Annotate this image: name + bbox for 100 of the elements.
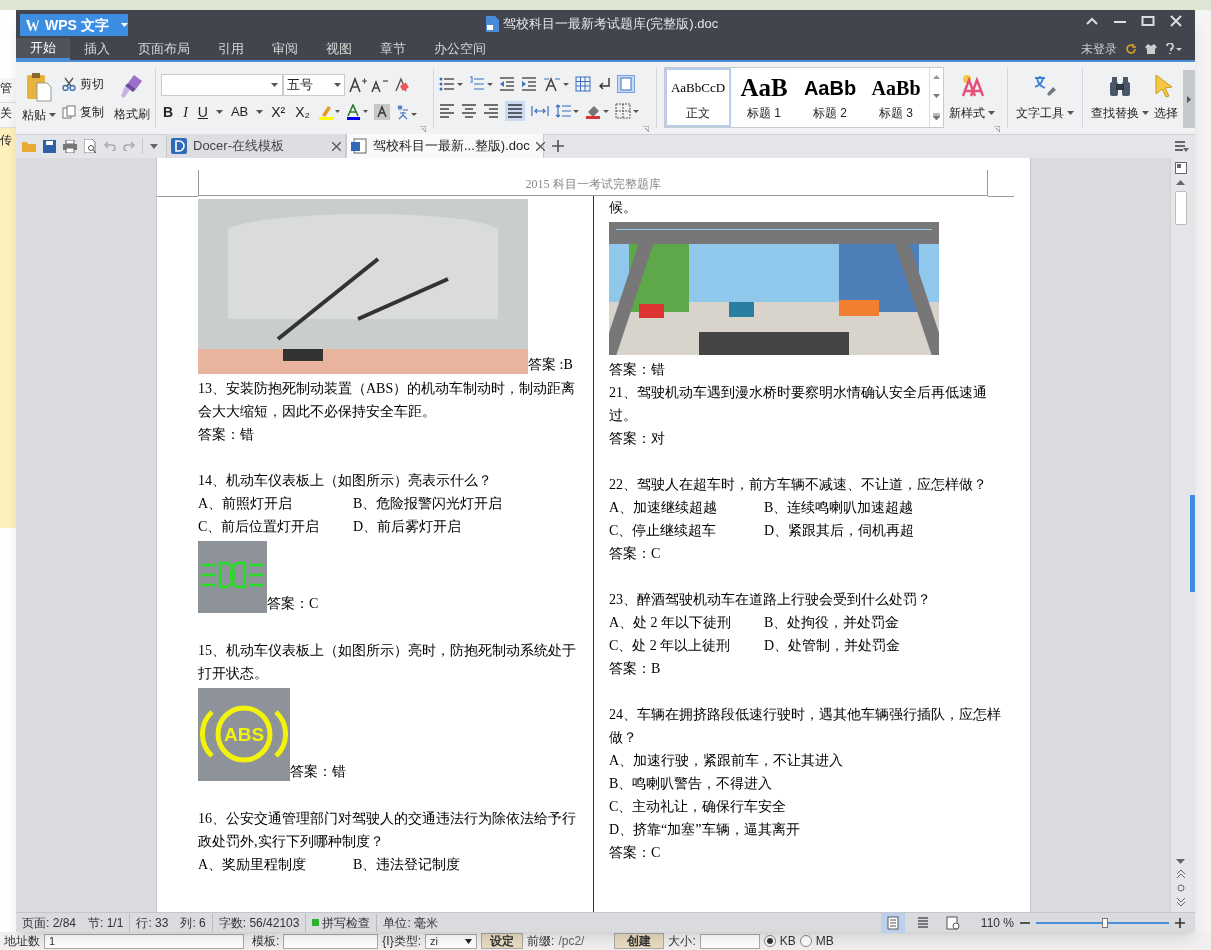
caret-icon[interactable] [215,110,223,114]
radio-button[interactable] [799,935,812,947]
new-tab-icon[interactable] [552,140,564,152]
dropdown-icon[interactable] [150,143,158,149]
menu-tab[interactable]: 开始 [16,38,70,60]
format-painter-button[interactable]: 格式刷 [114,73,150,123]
caret-icon[interactable] [49,113,56,117]
text-tools-button[interactable]: 文字工具 [1015,62,1076,134]
font-name-field[interactable] [161,73,283,96]
view-mode-button[interactable] [880,913,905,933]
ribbon-scroll-right-icon[interactable] [1187,95,1191,103]
split-view-icon[interactable] [1174,162,1187,174]
dialog-launcher-icon[interactable] [994,126,1001,132]
spell-check-button[interactable]: 拼写检查 [306,913,378,932]
scroll-up-icon[interactable] [1176,180,1185,185]
style-option[interactable]: AaB 标题 1 [731,68,798,127]
table-icon[interactable] [575,76,592,92]
font-size-field[interactable]: 五号 [283,73,345,96]
select-button[interactable]: 选择 [1152,62,1179,134]
align-right-icon[interactable] [483,103,500,119]
scrollbar-thumb[interactable] [1174,191,1187,225]
save-icon[interactable] [43,139,56,153]
close-icon[interactable] [535,141,545,151]
decrease-indent-icon[interactable] [499,76,516,92]
caret-icon[interactable] [988,111,996,115]
text-direction-icon[interactable] [543,76,570,92]
menu-tab[interactable]: 视图 [312,38,366,60]
scroll-down-icon[interactable] [1176,859,1185,864]
create-button[interactable]: 创建 [614,933,665,949]
menu-tab[interactable]: 章节 [366,38,420,60]
input-field[interactable]: 1 [44,933,244,949]
style-option[interactable]: AaBbCcD 正文 [665,68,732,127]
cut-button[interactable]: 剪切 [62,75,104,93]
caret-icon[interactable] [1067,111,1075,115]
document-tab[interactable]: Docer-在线模板 [166,134,346,158]
type-select[interactable]: zi [425,933,478,949]
bullet-list-icon[interactable] [439,76,464,92]
menu-tab[interactable]: 插入 [70,38,124,60]
caret-icon[interactable] [1142,111,1150,115]
caret-icon[interactable] [271,82,278,87]
show-layout-icon[interactable] [617,75,636,93]
scroll-up-icon[interactable] [933,75,941,80]
format-button[interactable]: X₂ [293,101,313,123]
radio-button[interactable] [763,935,776,947]
refresh-icon[interactable] [1125,43,1137,55]
line-spacing-icon[interactable] [555,103,580,119]
caret-icon[interactable] [256,110,264,114]
increase-indent-icon[interactable] [521,76,538,92]
scroll-down-icon[interactable] [933,94,941,98]
distribute-icon[interactable] [531,103,550,119]
next-page-icon[interactable] [1176,898,1185,906]
style-option[interactable]: AaBb 标题 2 [797,68,864,127]
shading-icon[interactable] [585,103,610,119]
menu-tab[interactable]: 页面布局 [124,38,204,60]
document-tab[interactable]: 驾校科目一最新...整版).doc [346,134,544,158]
more-styles-icon[interactable] [933,112,941,120]
input-field[interactable] [699,933,760,949]
paragraph-mark-icon[interactable] [597,76,612,92]
maximize-icon[interactable] [1141,14,1155,28]
input-field[interactable]: /pc2/ [558,932,611,950]
previous-page-icon[interactable] [1176,870,1185,878]
format-button[interactable]: AB [228,102,251,122]
slider-thumb[interactable] [1102,918,1109,928]
clear-format-icon[interactable] [393,76,409,93]
browse-object-icon[interactable] [1176,884,1185,892]
justify-icon[interactable] [505,101,526,121]
set-button[interactable]: 设定 [481,933,524,949]
highlight-icon[interactable] [318,104,341,120]
shirt-icon[interactable] [1145,43,1157,55]
style-gallery[interactable]: AaBbCcD 正文 AaB 标题 1 AaBb 标题 2 AaBb 标题 3 [664,67,945,128]
borders-icon[interactable] [615,103,640,119]
phonetic-guide-icon[interactable] [396,104,419,120]
new-style-button[interactable]: 新样式 [948,62,997,134]
zoom-slider[interactable] [1036,918,1169,928]
help-icon[interactable] [1165,43,1183,55]
input-field[interactable] [283,933,379,949]
dialog-launcher-icon[interactable] [643,126,650,132]
menu-tab[interactable]: 办公空间 [420,38,500,60]
menu-tab[interactable]: 引用 [204,38,258,60]
align-left-icon[interactable] [439,103,456,119]
find-replace-button[interactable]: 查找替换 [1090,62,1151,134]
paste-button[interactable]: 粘贴 [22,72,56,124]
print-icon[interactable] [63,139,77,153]
dialog-launcher-icon[interactable] [420,126,427,132]
login-status[interactable]: 未登录 [1081,40,1117,58]
format-button[interactable]: U [195,101,210,123]
copy-button[interactable]: 复制 [62,103,104,121]
grow-font-icon[interactable] [349,76,367,93]
zoom-in-icon[interactable] [1175,918,1185,928]
font-color-icon[interactable] [346,104,369,120]
character-shading-icon[interactable] [374,104,391,120]
format-button[interactable]: X² [269,101,288,123]
format-button[interactable]: I [181,101,190,123]
align-center-icon[interactable] [461,103,478,119]
format-button[interactable]: B [161,101,176,123]
style-option[interactable]: AaBb 标题 3 [863,68,930,127]
print-preview-icon[interactable] [84,139,97,153]
options-icon[interactable] [1175,141,1189,153]
caret-icon[interactable] [334,82,341,87]
close-icon[interactable] [332,141,341,151]
